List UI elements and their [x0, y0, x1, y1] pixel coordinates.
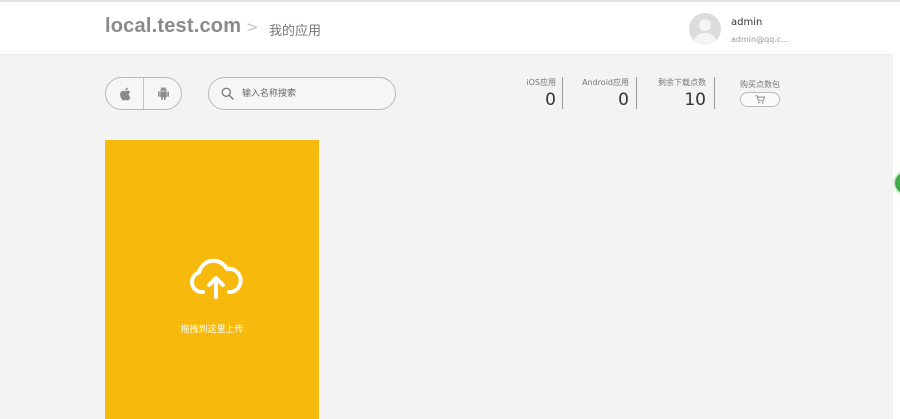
- stat-divider: [562, 77, 563, 109]
- platform-filter: [105, 77, 182, 110]
- breadcrumb[interactable]: 我的应用: [269, 20, 321, 39]
- stat-label: 剩余下载点数: [658, 78, 706, 87]
- user-email: admin@qq.c...: [731, 35, 789, 44]
- buy-points-label: 购买点数包: [740, 80, 780, 89]
- stat-value: 10: [684, 90, 706, 110]
- user-name[interactable]: admin: [731, 17, 762, 28]
- scrollbar[interactable]: [893, 2, 900, 419]
- android-icon: [157, 87, 169, 100]
- cart-icon: [755, 95, 765, 104]
- stat-label: iOS应用: [526, 78, 556, 87]
- search-box: [208, 77, 396, 110]
- search-icon: [221, 87, 234, 100]
- cloud-upload-icon: [189, 258, 243, 299]
- stat-divider: [636, 77, 637, 109]
- stat-ios-apps: iOS应用 0: [505, 77, 556, 110]
- chevron-right-icon: >: [246, 18, 259, 36]
- filter-android-button[interactable]: [144, 78, 181, 109]
- stat-remaining-downloads: 剩余下载点数 10: [644, 77, 706, 110]
- avatar-head: [699, 19, 711, 31]
- apple-icon: [119, 87, 130, 100]
- stat-android-apps: Android应用 0: [570, 77, 629, 110]
- search-input[interactable]: [242, 84, 382, 104]
- avatar[interactable]: [689, 13, 721, 45]
- stat-value: 0: [545, 90, 556, 110]
- upload-dropzone[interactable]: 拖拽到这里上传: [105, 140, 319, 419]
- buy-points-button[interactable]: [740, 92, 780, 107]
- stat-value: 0: [618, 90, 629, 110]
- filter-ios-button[interactable]: [106, 78, 144, 109]
- app-header: local.test.com > 我的应用 admin admin@qq.c..…: [0, 2, 900, 55]
- upload-hint: 拖拽到这里上传: [180, 325, 244, 335]
- stat-label: Android应用: [582, 78, 629, 87]
- stat-divider: [714, 77, 715, 109]
- avatar-body: [694, 33, 716, 45]
- site-title[interactable]: local.test.com: [105, 15, 241, 38]
